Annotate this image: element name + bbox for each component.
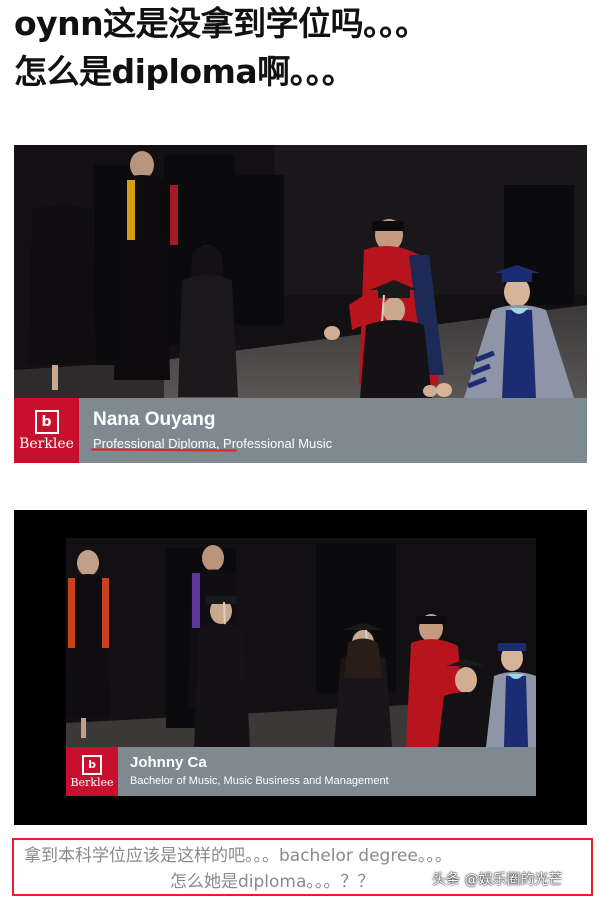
headline-line-2: 怎么是diploma啊。。。 bbox=[14, 52, 355, 91]
berklee-logo-mark: b bbox=[34, 409, 59, 434]
comment-line-2: 怎么她是diploma。。。？？ bbox=[170, 872, 375, 892]
headline: oynn这是没拿到学位吗。。。 怎么是diploma啊。。。 bbox=[14, 0, 594, 96]
name-caption-bar-2: b Berklee Johnny Ca Bachelor of Music, M… bbox=[66, 747, 536, 796]
name-caption-bar: b Berklee Nana Ouyang Professional Diplo… bbox=[14, 398, 587, 463]
graduation-photo-1: b Berklee Nana Ouyang Professional Diplo… bbox=[14, 145, 587, 463]
berklee-logo-text: Berklee bbox=[19, 435, 74, 452]
watermark: 头条 @娱乐圈的光芒 bbox=[432, 872, 563, 888]
graduate-name: Nana Ouyang bbox=[93, 409, 216, 430]
headline-line-1: oynn这是没拿到学位吗。。。 bbox=[14, 4, 428, 43]
caption-text-2: Johnny Ca Bachelor of Music, Music Busin… bbox=[118, 747, 389, 796]
comment-line-1: 拿到本科学位应该是这样的吧。。。bachelor degree。。。 bbox=[24, 846, 452, 866]
caption-text: Nana Ouyang Professional Diploma, Profes… bbox=[79, 398, 332, 463]
graduate-degree-2: Bachelor of Music, Music Business and Ma… bbox=[130, 775, 389, 787]
stage-scene-1 bbox=[14, 145, 587, 398]
berklee-logo-text-2: Berklee bbox=[70, 775, 114, 789]
berklee-logo-mark-2: b bbox=[82, 754, 102, 775]
berklee-logo-2: b Berklee bbox=[66, 747, 118, 796]
graduate-name-2: Johnny Ca bbox=[130, 754, 207, 771]
graduation-photo-2: b Berklee Johnny Ca Bachelor of Music, M… bbox=[66, 538, 536, 796]
berklee-logo: b Berklee bbox=[14, 398, 79, 463]
graduation-photo-2-frame: b Berklee Johnny Ca Bachelor of Music, M… bbox=[14, 510, 587, 825]
stage-scene-2 bbox=[66, 538, 536, 747]
